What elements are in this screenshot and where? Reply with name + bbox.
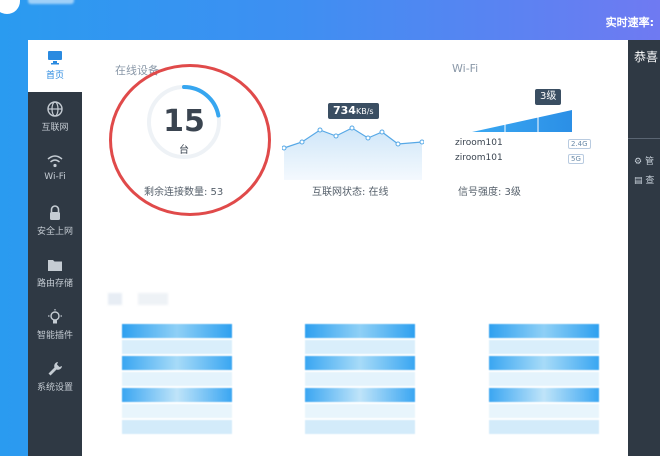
- band-badge-24g: 2.4G: [568, 139, 591, 149]
- network-speed-graph: [282, 125, 424, 180]
- sidebar: 首页 互联网 Wi-Fi 安全上网 路由存储 智能插件 系统设置: [28, 40, 82, 456]
- blurred-tile[interactable]: [489, 324, 599, 434]
- gear-icon: ⚙: [634, 157, 643, 167]
- sidebar-item-label: Wi-Fi: [44, 172, 66, 182]
- sidebar-item-label: 互联网: [41, 123, 69, 133]
- divider: [628, 138, 660, 139]
- sidebar-item-settings[interactable]: 系统设置: [28, 352, 82, 404]
- right-panel-item-manage[interactable]: ⚙ 管: [634, 154, 654, 167]
- wifi-icon: [47, 155, 63, 168]
- folder-icon: [48, 260, 62, 271]
- congrats-title: 恭喜: [634, 50, 659, 64]
- sidebar-item-security[interactable]: 安全上网: [28, 196, 82, 248]
- globe-icon: [47, 101, 63, 117]
- wifi-signal-graph: [472, 110, 572, 132]
- realtime-rate-label: 实时速率:: [605, 16, 654, 29]
- monitor-icon: [48, 51, 62, 65]
- wifi-ssid-24g[interactable]: ziroom101: [455, 138, 503, 148]
- sidebar-item-plugins[interactable]: 智能插件: [28, 300, 82, 352]
- sidebar-item-home[interactable]: 首页: [28, 40, 82, 92]
- blurred-section-title: [138, 293, 168, 305]
- wifi-section-title: Wi-Fi: [452, 62, 479, 75]
- right-panel-item-label: 管: [644, 157, 654, 167]
- speed-unit: KB/s: [355, 107, 374, 116]
- sidebar-item-internet[interactable]: 互联网: [28, 92, 82, 144]
- lock-icon: [50, 205, 60, 220]
- band-badge-5g: 5G: [568, 154, 584, 164]
- right-panel-item-view[interactable]: ▤ 查: [634, 173, 654, 186]
- signal-strength-label: 信号强度: 3级: [458, 187, 521, 198]
- top-bar: 实时速率:: [0, 0, 660, 40]
- lightbulb-icon: [48, 309, 62, 324]
- blurred-tile[interactable]: [122, 324, 232, 434]
- sidebar-item-label: 路由存储: [36, 279, 73, 289]
- sidebar-item-label: 安全上网: [36, 227, 73, 237]
- wrench-icon: [48, 362, 62, 376]
- wifi-ssid-5g[interactable]: ziroom101: [455, 153, 503, 163]
- internet-status-label: 互联网状态: 在线: [312, 187, 389, 198]
- wifi-level-badge: 3级: [535, 89, 562, 105]
- sidebar-item-label: 系统设置: [36, 383, 73, 393]
- blurred-section-title: [108, 293, 122, 305]
- right-panel: 恭喜 ⚙ 管 ▤ 查: [628, 40, 660, 456]
- red-circle-annotation: [109, 64, 271, 216]
- sidebar-item-label: 首页: [45, 71, 64, 81]
- blurred-tile[interactable]: [305, 324, 415, 434]
- logo-text-blurred: [28, 0, 74, 4]
- main-content: 在线设备 15 台 剩余连接数量: 53 734KB/s 互联网状态: 在线 W…: [82, 40, 628, 456]
- list-icon: ▤: [634, 176, 643, 186]
- sidebar-item-storage[interactable]: 路由存储: [28, 248, 82, 300]
- sidebar-item-label: 智能插件: [36, 331, 73, 341]
- logo-icon: [0, 0, 20, 14]
- right-panel-item-label: 查: [645, 176, 655, 186]
- sidebar-item-wifi[interactable]: Wi-Fi: [28, 144, 82, 196]
